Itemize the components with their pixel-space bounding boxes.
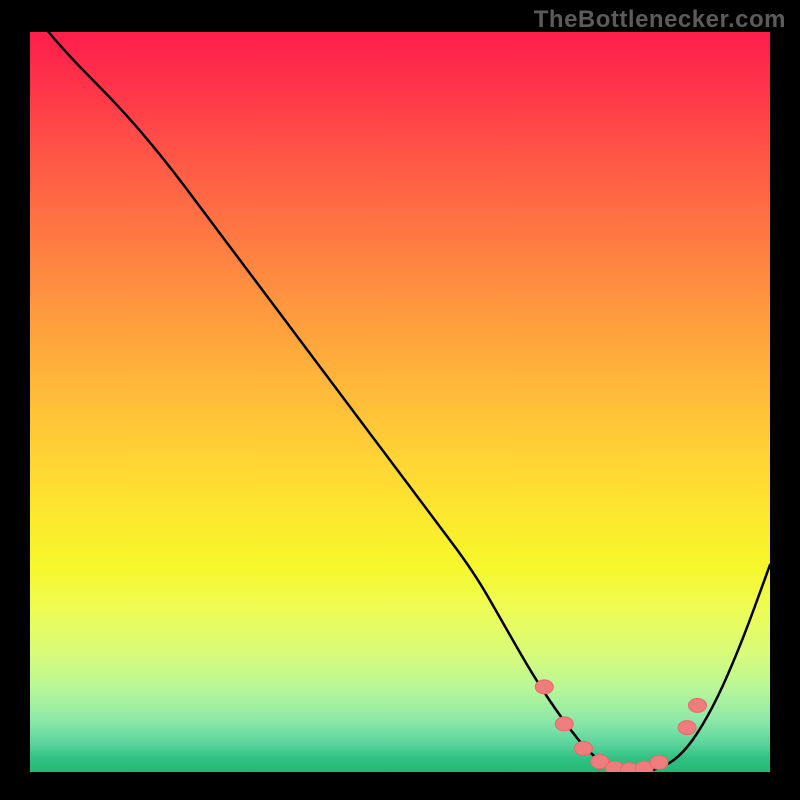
curve-layer [30, 32, 770, 772]
highlight-dot [650, 755, 668, 769]
data-points [535, 680, 706, 772]
highlight-dot [688, 698, 706, 712]
highlight-dot [535, 680, 553, 694]
watermark-text: TheBottlenecker.com [534, 6, 786, 34]
chart-container: TheBottlenecker.com [0, 0, 800, 800]
bottleneck-curve [30, 32, 770, 772]
highlight-dot [555, 717, 573, 731]
highlight-dot [678, 721, 696, 735]
highlight-dot [575, 741, 593, 755]
plot-area [30, 32, 770, 772]
